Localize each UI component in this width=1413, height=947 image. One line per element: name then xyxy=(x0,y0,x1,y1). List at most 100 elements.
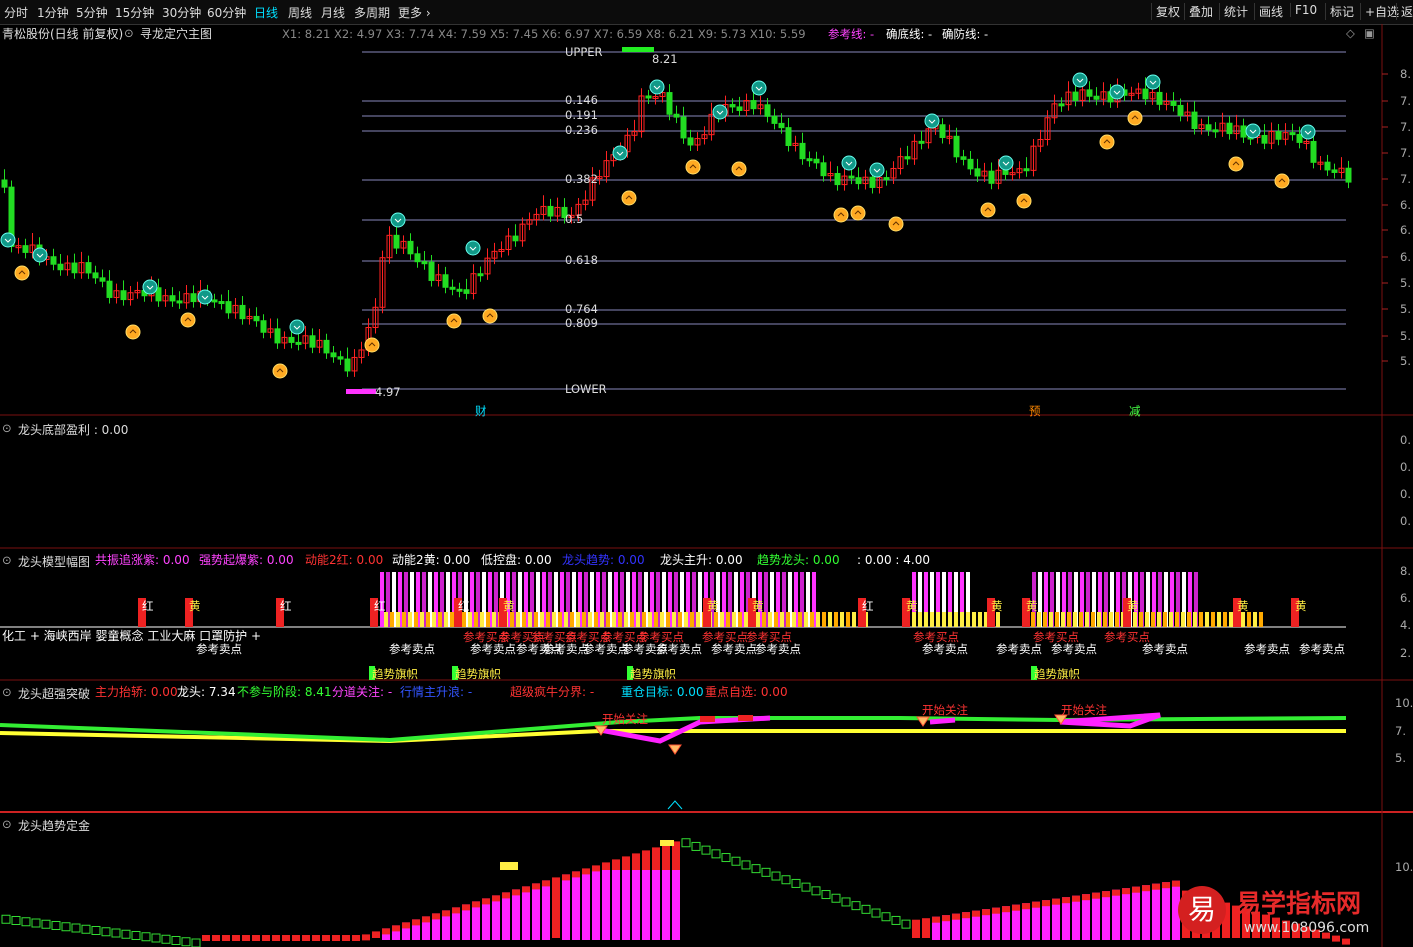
model-bar xyxy=(1241,612,1245,627)
model-bar xyxy=(780,612,784,627)
axis-p5-0: 10. xyxy=(1395,860,1413,874)
model-bar xyxy=(1061,612,1065,627)
candle xyxy=(344,358,351,372)
trend-square xyxy=(151,933,161,943)
sell-signal-icon xyxy=(924,113,940,129)
legend-p3-4: 低控盘: 0.00 xyxy=(481,553,552,567)
red-bar xyxy=(572,871,580,878)
legend-p3-1: 强势起爆紫: 0.00 xyxy=(199,553,294,567)
candle xyxy=(169,295,176,302)
candle xyxy=(71,262,78,274)
red-bar xyxy=(452,907,460,914)
red-bar xyxy=(432,913,440,920)
trend-flag-3: 趋势旗帜 xyxy=(1034,667,1080,681)
fib-label-3: 0.382 xyxy=(565,172,598,186)
candle xyxy=(869,176,876,188)
magenta-bar xyxy=(1142,885,1150,940)
model-bar xyxy=(426,612,430,627)
magenta-bar xyxy=(632,870,640,940)
trend-square xyxy=(831,893,841,903)
model-bar xyxy=(636,612,640,627)
fib-label-7: 0.809 xyxy=(565,316,598,330)
buy-signal-icon xyxy=(850,205,866,221)
event-marker-finance[interactable]: 财 xyxy=(475,404,487,418)
panel2-menu-icon[interactable]: ⊙ xyxy=(2,421,12,435)
upper-label: UPPER xyxy=(565,45,603,59)
model-bar xyxy=(942,612,946,627)
buy-signal-icon xyxy=(364,337,380,353)
model-bar xyxy=(444,612,448,627)
model-bar xyxy=(1169,612,1173,627)
model-bar xyxy=(624,612,628,627)
axis-p2-3: 0. xyxy=(1400,514,1411,528)
candle xyxy=(456,288,463,292)
legend-p4-7: 重点自选: 0.00 xyxy=(705,685,788,699)
buy-signal-icon xyxy=(1099,134,1115,150)
red-bar xyxy=(1152,883,1160,890)
panel3-menu-icon[interactable]: ⊙ xyxy=(2,553,12,567)
sell-signal-icon xyxy=(751,80,767,96)
axis-main-7: 6. xyxy=(1400,250,1411,264)
legend-p4-1: 龙头: 7.34 xyxy=(177,685,236,699)
trend-flag-2: 趋势旗帜 xyxy=(630,667,676,681)
buy-signal-icon xyxy=(1228,156,1244,172)
model-bar xyxy=(648,612,652,627)
model-bar xyxy=(564,612,568,627)
model-bar xyxy=(684,612,688,627)
buy-signal-icon xyxy=(731,161,747,177)
trend-square xyxy=(131,931,141,940)
candle xyxy=(1058,103,1065,107)
sell-signal-icon xyxy=(1300,124,1316,140)
candle xyxy=(1,179,8,188)
candle xyxy=(1331,169,1338,173)
tag-label-9: 黄 xyxy=(906,599,918,613)
model-bar xyxy=(1211,612,1215,627)
event-marker-reduce[interactable]: 减 xyxy=(1129,404,1141,418)
trend-square xyxy=(891,915,901,925)
candle xyxy=(1324,161,1331,171)
red-bar xyxy=(982,909,990,916)
red-bar xyxy=(502,892,510,899)
panel2-title: 龙头底部盈利 : 0.00 xyxy=(18,423,129,437)
model-bar xyxy=(1091,612,1095,627)
candle xyxy=(883,177,890,181)
red-bar xyxy=(272,935,280,941)
sell-point-2: 参考卖点 xyxy=(470,642,516,656)
candle xyxy=(547,205,554,217)
candle xyxy=(904,156,911,160)
red-bar xyxy=(462,904,470,911)
panel5-title: 龙头趋势定金 xyxy=(18,819,91,833)
trend-square xyxy=(821,890,831,900)
candle xyxy=(834,173,841,186)
candle xyxy=(673,113,680,118)
model-bar xyxy=(558,612,562,627)
panel5-menu-icon[interactable]: ⊙ xyxy=(2,817,12,831)
magenta-bar xyxy=(622,870,630,940)
buy-signal-icon xyxy=(1127,110,1143,126)
sell-point-9: 参考卖点 xyxy=(755,642,801,656)
axis-main-8: 5. xyxy=(1400,276,1411,290)
red-bar xyxy=(522,886,530,893)
magenta-bar xyxy=(532,883,540,940)
axis-p3-2: 4. xyxy=(1400,618,1411,632)
red-bar xyxy=(622,856,630,870)
candle xyxy=(1205,124,1212,131)
model-bar xyxy=(756,612,760,627)
candle xyxy=(253,315,260,322)
magenta-bar xyxy=(1152,883,1160,940)
model-bar xyxy=(840,612,844,627)
chart-canvas[interactable] xyxy=(0,0,1413,947)
legend-p3-2: 动能2红: 0.00 xyxy=(305,553,384,567)
magenta-bar xyxy=(492,895,500,940)
sell-signal-icon xyxy=(1072,72,1088,88)
red-bar xyxy=(532,883,540,890)
panel4-menu-icon[interactable]: ⊙ xyxy=(2,685,12,699)
candle xyxy=(736,106,743,111)
tag-label-4: 红 xyxy=(458,599,470,613)
model-bar xyxy=(1037,612,1041,627)
event-marker-forecast[interactable]: 预 xyxy=(1029,404,1041,418)
axis-p2-2: 0. xyxy=(1400,487,1411,501)
tag-label-8: 红 xyxy=(862,599,874,613)
model-bar xyxy=(1139,612,1143,627)
candle xyxy=(820,162,827,177)
